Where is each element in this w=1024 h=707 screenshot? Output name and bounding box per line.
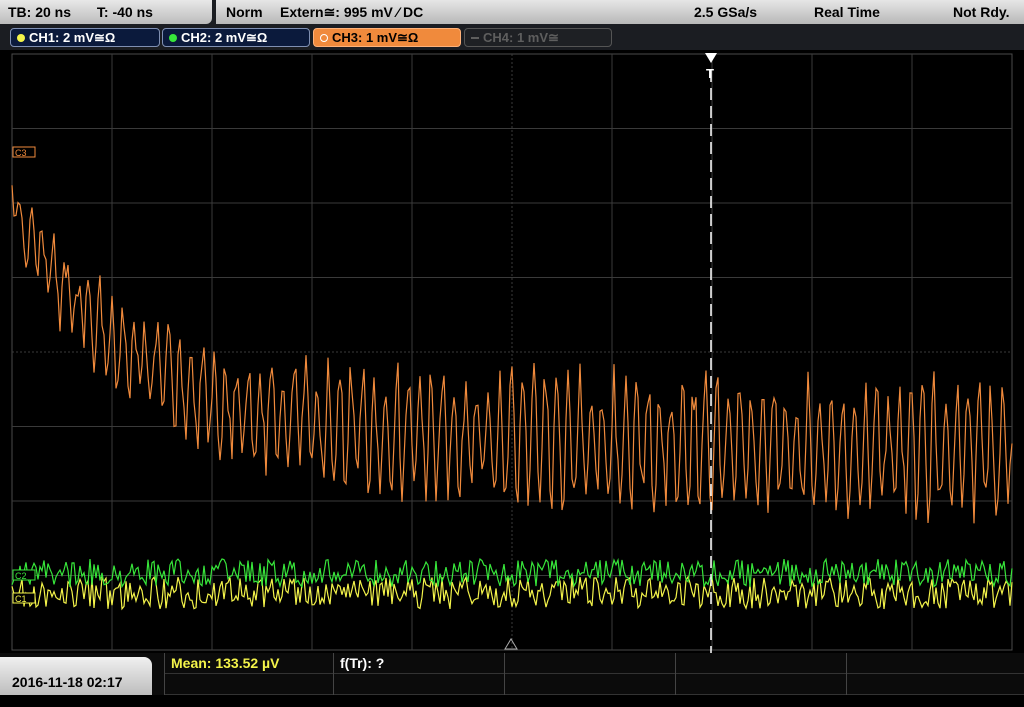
timestamp: 2016-11-18 02:17 — [12, 674, 123, 690]
waveform-display[interactable]: T C3 C2 C1 — [0, 50, 1024, 656]
timebase-box[interactable]: TB: 20 ns T: -40 ns — [0, 0, 212, 24]
measurement-cell-5[interactable] — [846, 653, 1024, 695]
measurement-empty-row — [505, 674, 675, 695]
measurement-empty-row — [505, 653, 675, 674]
trigger-mode: Norm — [226, 4, 263, 20]
timestamp-box: 2016-11-18 02:17 — [0, 657, 152, 695]
channel-4-button[interactable]: CH4: 1 mV≅ — [464, 28, 612, 47]
channel-1-dot-icon — [17, 34, 25, 42]
channel-2-label: CH2: 2 mV≅Ω — [181, 30, 268, 45]
channel-1-waveform — [11, 575, 1013, 611]
channel-2-button[interactable]: CH2: 2 mV≅Ω — [162, 28, 310, 47]
channel-3-label: CH3: 1 mV≅Ω — [332, 30, 419, 45]
channel-3-button[interactable]: CH3: 1 mV≅Ω — [313, 28, 461, 47]
measurement-cell-4[interactable] — [675, 653, 846, 695]
measurement-cell-3[interactable] — [504, 653, 675, 695]
measurement-cell-1[interactable]: Mean: 133.52 µV — [164, 653, 333, 695]
acquisition-status: Not Rdy. — [953, 4, 1010, 20]
trigger-marker: T — [706, 66, 714, 81]
trigger-source: Extern≅: 995 mV ⁄ DC — [280, 4, 424, 20]
measurement-empty-row — [165, 674, 333, 695]
timebase-label: TB: 20 ns — [8, 4, 72, 20]
trigger-arrow-icon[interactable] — [705, 53, 717, 63]
measurement-empty-row — [676, 653, 846, 674]
measurement-cell-2[interactable]: f(Tr): ? — [333, 653, 504, 695]
measurement-empty-row — [676, 674, 846, 695]
measurement-empty-row — [847, 674, 1024, 695]
trigger-box[interactable]: Norm Extern≅: 995 mV ⁄ DC 2.5 GSa/s Real… — [216, 0, 1024, 24]
top-status-bar: TB: 20 ns T: -40 ns Norm Extern≅: 995 mV… — [0, 0, 1024, 26]
channel-3-dot-icon — [320, 34, 328, 42]
ch2-level-text: C2 — [15, 571, 27, 581]
time-reference-icon — [504, 638, 518, 650]
mean-measurement: Mean: 133.52 µV — [165, 653, 333, 674]
trigger-frequency-measurement: f(Tr): ? — [334, 653, 504, 674]
channel-1-label: CH1: 2 mV≅Ω — [29, 30, 116, 45]
channel-1-button[interactable]: CH1: 2 mV≅Ω — [10, 28, 160, 47]
channel-4-off-icon — [471, 37, 479, 39]
waveform-plot[interactable]: T C3 C2 C1 — [0, 50, 1024, 656]
acquisition-mode: Real Time — [814, 4, 880, 20]
measurement-empty-row — [847, 653, 1024, 674]
ch3-level-text: C3 — [15, 148, 27, 158]
ch1-level-text: C1 — [15, 594, 27, 604]
measurement-empty-row — [334, 674, 504, 695]
channel-4-label: CH4: 1 mV≅ — [483, 30, 559, 45]
sample-rate: 2.5 GSa/s — [694, 4, 758, 20]
channel-2-dot-icon — [169, 34, 177, 42]
time-offset-label: T: -40 ns — [96, 4, 153, 20]
channel-bar: CH1: 2 mV≅Ω CH2: 2 mV≅Ω CH3: 1 mV≅Ω CH4:… — [0, 26, 1024, 50]
graticule-grid — [11, 53, 1013, 651]
